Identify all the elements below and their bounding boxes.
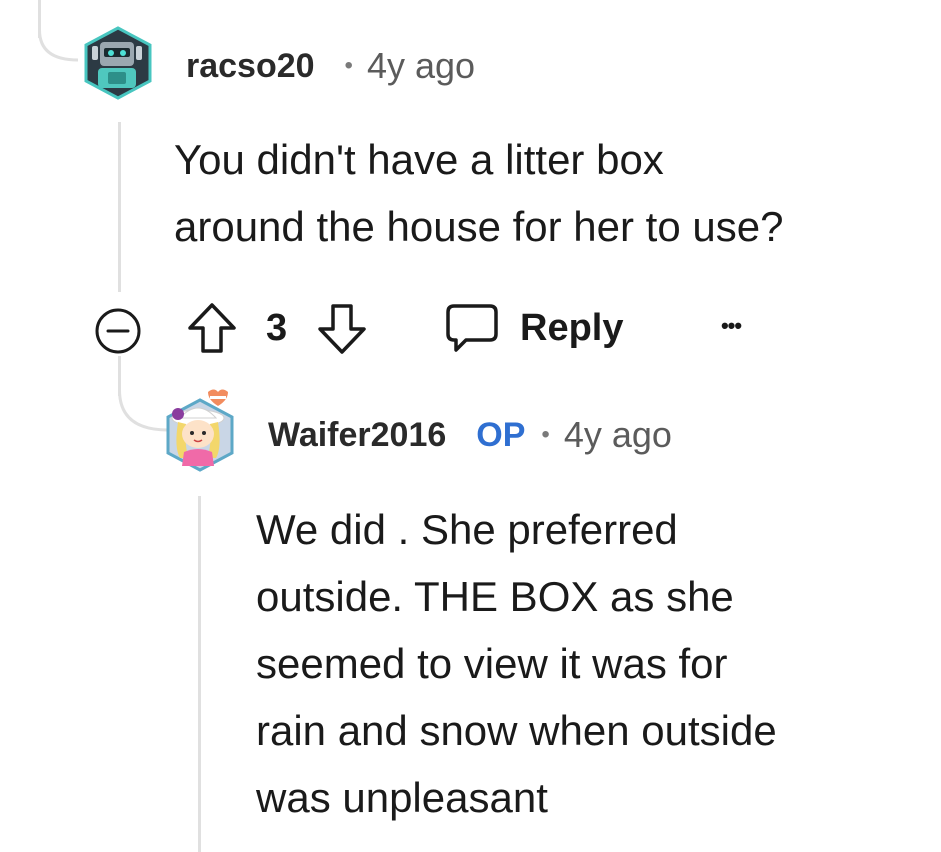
thread-line-comment2	[198, 496, 201, 852]
comment1-timestamp: 4y ago	[366, 45, 476, 86]
downvote-button[interactable]	[316, 302, 368, 356]
girl-with-hat-avatar-icon	[166, 389, 234, 472]
comment2-separator: •	[541, 421, 550, 448]
op-badge: OP	[476, 415, 526, 454]
comment2-body: We did . She preferred outside. THE BOX …	[256, 506, 777, 821]
more-options-icon: •••	[720, 313, 742, 338]
more-options-button[interactable]: •••	[706, 304, 756, 348]
comment2-timestamp: 4y ago	[563, 414, 672, 455]
comment1-body: You didn't have a litter box around the …	[174, 136, 784, 250]
robot-avatar-icon	[84, 26, 152, 100]
comment1-username[interactable]: racso20	[186, 47, 315, 86]
reply-label: Reply	[520, 306, 624, 349]
waifer2016-avatar[interactable]	[164, 388, 236, 474]
thread-line-comment1	[118, 122, 121, 292]
reply-button[interactable]: Reply	[444, 300, 623, 356]
comment2-header: Waifer2016 OP • 4y ago	[268, 411, 672, 459]
upvote-button[interactable]	[186, 301, 238, 355]
upvote-arrow-icon	[188, 303, 236, 353]
comment2-username[interactable]: Waifer2016	[268, 416, 446, 455]
comment1-separator: •	[344, 52, 353, 79]
collapse-minus-icon	[95, 308, 141, 354]
downvote-arrow-icon	[318, 304, 366, 354]
racso20-avatar[interactable]	[82, 26, 154, 100]
speech-bubble-icon	[446, 304, 498, 352]
vote-count: 3	[266, 307, 288, 349]
comment1-header: racso20 • 4y ago	[186, 42, 475, 90]
collapse-button[interactable]	[93, 306, 143, 356]
thread-curve-top	[38, 30, 79, 62]
